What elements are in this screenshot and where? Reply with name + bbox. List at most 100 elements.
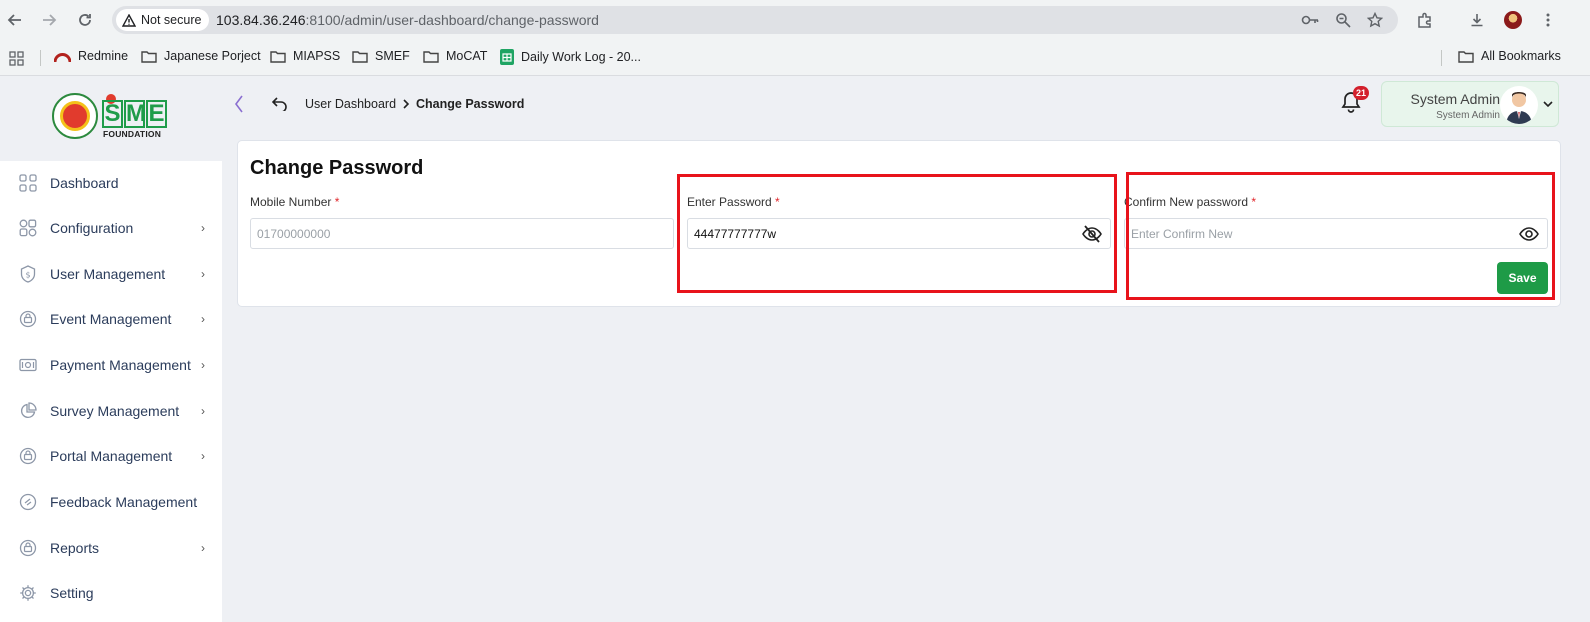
bookmark-label: SMEF: [375, 49, 410, 63]
chevron-down-icon[interactable]: [1542, 98, 1554, 110]
star-icon[interactable]: [1365, 10, 1385, 30]
sidebar-item-user-management[interactable]: $ User Management ›: [0, 254, 222, 294]
bookmark-miapss[interactable]: MIAPSS: [270, 49, 340, 63]
sidebar-item-label: Payment Management: [50, 357, 191, 373]
sidebar-item-portal-management[interactable]: Portal Management ›: [0, 436, 222, 476]
bookmark-label: Daily Work Log - 20...: [521, 50, 641, 64]
sidebar-item-survey-management[interactable]: Survey Management ›: [0, 391, 222, 431]
breadcrumb-current: Change Password: [416, 97, 525, 111]
logo-subtitle: FOUNDATION: [103, 129, 162, 139]
breadcrumb: User Dashboard Change Password: [305, 97, 524, 111]
mobile-number-label: Mobile Number *: [250, 195, 339, 209]
sidebar: Dashboard Configuration › $ User Managem…: [0, 161, 222, 622]
sidebar-item-event-management[interactable]: Event Management ›: [0, 299, 222, 339]
chevron-right-icon: ›: [201, 221, 205, 235]
profile-avatar-icon[interactable]: [1502, 9, 1524, 31]
folder-icon: [352, 50, 368, 63]
password-key-icon[interactable]: [1300, 10, 1320, 30]
sidebar-item-label: Event Management: [50, 311, 172, 327]
sidebar-item-setting[interactable]: Setting: [0, 573, 222, 613]
sidebar-item-payment-management[interactable]: Payment Management ›: [0, 345, 222, 385]
extensions-icon[interactable]: [1414, 9, 1436, 31]
bookmark-label: MoCAT: [446, 49, 488, 63]
payment-icon: [18, 355, 38, 375]
security-chip[interactable]: Not secure: [116, 9, 210, 31]
user-shield-icon: $: [18, 264, 38, 284]
required-mark: *: [334, 195, 340, 209]
feedback-icon: [18, 492, 38, 512]
collapse-sidebar-icon[interactable]: [232, 94, 246, 114]
sidebar-item-label: Setting: [50, 585, 94, 601]
warning-icon: [122, 13, 136, 27]
config-icon: [18, 218, 38, 238]
folder-icon: [141, 50, 157, 63]
sidebar-item-configuration[interactable]: Configuration ›: [0, 208, 222, 248]
government-seal-icon: [52, 93, 98, 139]
bookmark-smef[interactable]: SMEF: [352, 49, 410, 63]
bookmark-mocat[interactable]: MoCAT: [423, 49, 487, 63]
event-icon: [18, 309, 38, 329]
url-host: 103.84.36.246: [216, 12, 306, 28]
pie-chart-icon: [18, 401, 38, 421]
chevron-right-icon: ›: [201, 358, 205, 372]
logo-letter: M: [124, 100, 146, 128]
mobile-number-input[interactable]: [250, 218, 674, 249]
sidebar-item-label: Dashboard: [50, 175, 119, 191]
chevron-right-icon: ›: [201, 267, 205, 281]
bookmark-japanese-porject[interactable]: Japanese Porject: [141, 49, 261, 63]
forward-arrow-icon[interactable]: [37, 8, 61, 32]
bookmark-label: MIAPSS: [293, 49, 341, 63]
bookmarks-divider: [1441, 50, 1442, 66]
notification-count-badge: 21: [1353, 86, 1370, 100]
sidebar-item-dashboard[interactable]: Dashboard: [0, 163, 222, 203]
sidebar-item-label: User Management: [50, 266, 166, 282]
back-arrow-icon[interactable]: [3, 8, 27, 32]
bookmark-label: Redmine: [78, 49, 129, 63]
zoom-icon[interactable]: [1333, 10, 1353, 30]
user-name: System Admin: [1410, 91, 1500, 107]
sidebar-item-label: Portal Management: [50, 448, 173, 464]
mobile-number-label-text: Mobile Number: [250, 195, 332, 209]
breadcrumb-user-dashboard[interactable]: User Dashboard: [305, 97, 396, 111]
reports-icon: [18, 538, 38, 558]
bookmarks-bar: Redmine Japanese Porject MIAPSS SMEF MoC…: [0, 40, 1590, 76]
chevron-right-icon: ›: [201, 541, 205, 555]
all-bookmarks[interactable]: All Bookmarks: [1458, 49, 1561, 63]
logo-letter: S: [102, 100, 123, 128]
all-bookmarks-label: All Bookmarks: [1481, 49, 1561, 63]
bookmark-daily-work-log[interactable]: Daily Work Log - 20...: [500, 49, 641, 65]
chevron-right-icon: [403, 99, 410, 109]
folder-icon: [1458, 50, 1474, 63]
url-path: :8100/admin/user-dashboard/change-passwo…: [305, 12, 599, 28]
browser-toolbar: Not secure 103.84.36.246:8100/admin/user…: [0, 0, 1590, 40]
confirm-highlight-box: [1126, 172, 1555, 300]
security-label: Not secure: [141, 13, 202, 27]
user-role: System Admin: [1436, 110, 1500, 121]
address-bar[interactable]: Not secure 103.84.36.246:8100/admin/user…: [112, 6, 1398, 34]
bookmark-redmine[interactable]: Redmine: [54, 49, 128, 63]
grid-icon: [18, 173, 38, 193]
reload-icon[interactable]: [73, 8, 97, 32]
apps-grid-icon[interactable]: [9, 51, 24, 66]
back-icon[interactable]: [270, 94, 290, 114]
url-text[interactable]: 103.84.36.246:8100/admin/user-dashboard/…: [216, 12, 599, 28]
sme-foundation-logo[interactable]: S M E FOUNDATION: [52, 93, 168, 139]
sidebar-item-label: Survey Management: [50, 403, 180, 419]
download-icon[interactable]: [1466, 9, 1488, 31]
kebab-menu-icon[interactable]: [1537, 9, 1559, 31]
sidebar-item-label: Configuration: [50, 220, 134, 236]
sheets-icon: [500, 49, 514, 65]
sidebar-item-reports[interactable]: Reports ›: [0, 528, 222, 568]
portal-icon: [18, 446, 38, 466]
logo-letter: E: [146, 100, 167, 128]
avatar: [1500, 86, 1538, 124]
folder-icon: [423, 50, 439, 63]
svg-text:$: $: [25, 271, 30, 280]
sidebar-item-label: Reports: [50, 540, 100, 556]
user-menu[interactable]: System Admin System Admin: [1381, 81, 1559, 127]
gear-icon: [18, 583, 38, 603]
chevron-right-icon: ›: [201, 404, 205, 418]
sme-wordmark: S M E FOUNDATION: [102, 93, 168, 139]
folder-icon: [270, 50, 286, 63]
sidebar-item-feedback-management[interactable]: Feedback Management: [0, 482, 222, 522]
